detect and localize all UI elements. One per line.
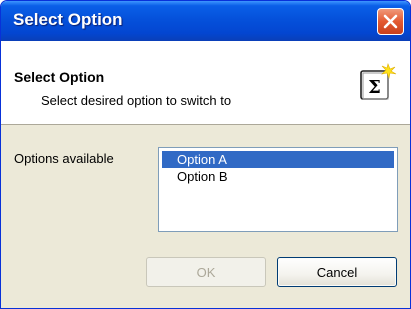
header-panel: Select Option Select desired option to s… — [1, 41, 410, 125]
header-subtitle: Select desired option to switch to — [41, 93, 232, 108]
window-title: Select Option — [13, 10, 123, 29]
close-icon — [383, 14, 398, 29]
close-button[interactable] — [377, 8, 404, 35]
title-bar[interactable]: Select Option — [1, 1, 410, 41]
list-item-option-b[interactable]: Option B — [162, 168, 394, 185]
svg-text:Σ: Σ — [368, 77, 381, 98]
header-title: Select Option — [14, 69, 105, 85]
ok-button[interactable]: OK — [146, 257, 266, 287]
options-label: Options available — [14, 151, 114, 166]
list-item-option-a[interactable]: Option A — [162, 151, 394, 168]
sigma-icon: Σ — [357, 63, 397, 103]
cancel-button[interactable]: Cancel — [277, 257, 397, 287]
dialog-window: Select Option Select Option Select desir… — [0, 0, 411, 309]
options-listbox[interactable]: Option A Option B — [158, 147, 398, 232]
